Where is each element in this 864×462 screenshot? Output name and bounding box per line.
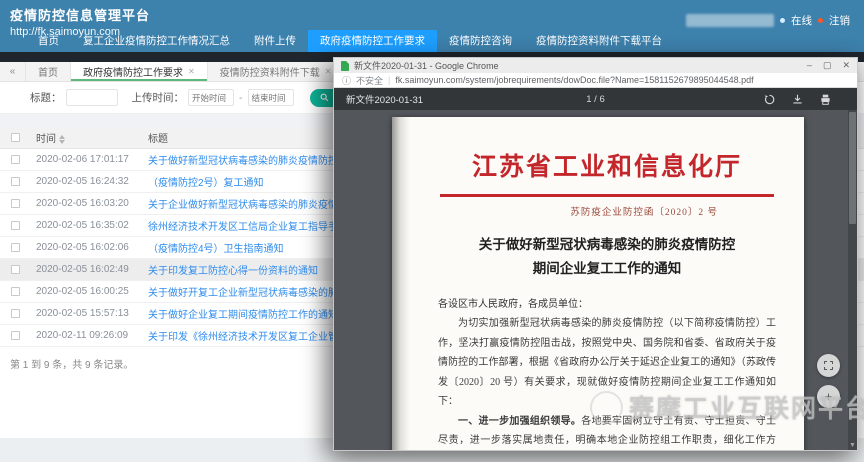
close-button[interactable]: ✕ — [842, 60, 850, 71]
nav-item-home[interactable]: 首页 — [26, 30, 71, 52]
pdf-popup-window: 新文件2020-01-31 - Google Chrome – ▢ ✕ ⓘ 不安… — [333, 57, 858, 451]
pdf-toolbar: 1 / 6 新文件2020-01-31 — [334, 88, 857, 110]
pdf-zoom-controls: + — [817, 354, 840, 408]
scrollbar-thumb[interactable] — [849, 112, 856, 224]
header-user-area: 在线 注销 — [686, 13, 850, 28]
fit-page-button[interactable] — [817, 354, 840, 377]
fit-page-icon — [824, 361, 833, 370]
rotate-icon[interactable] — [764, 94, 775, 105]
row-checkbox[interactable] — [11, 265, 20, 274]
upload-time-label: 上传时间： — [132, 90, 185, 105]
document-paragraph-2: 一、进一步加强组织领导。各地要牢固树立守土有责、守土担责、守土尽责，进一步落实属… — [438, 412, 776, 450]
search-icon — [320, 93, 329, 102]
pdf-scrollbar[interactable]: ▼ — [848, 110, 857, 450]
pdf-viewer[interactable]: 江苏省工业和信息化厅 苏防疫企业防控函〔2020〕2 号 关于做好新型冠状病毒感… — [334, 110, 857, 450]
tab-label: 首页 — [38, 64, 58, 79]
start-time-input[interactable] — [188, 89, 234, 106]
collapse-sidebar-icon[interactable]: « — [0, 62, 26, 81]
nav-item-consult[interactable]: 疫情防控咨询 — [437, 30, 524, 52]
username-blurred — [686, 14, 774, 27]
row-time: 2020-02-05 16:02:06 — [30, 237, 142, 259]
download-icon[interactable] — [792, 94, 803, 105]
title-filter-label: 标题： — [30, 90, 62, 105]
row-time: 2020-02-06 17:01:17 — [30, 149, 142, 171]
main-nav: 首页 复工企业疫情防控工作情况汇总 附件上传 政府疫情防控工作要求 疫情防控咨询… — [26, 30, 674, 52]
document-link[interactable]: （疫情防控2号）复工通知 — [148, 178, 264, 189]
tab-label: 疫情防控资料附件下载 — [220, 64, 320, 79]
security-label: 不安全 — [356, 74, 383, 87]
document-title: 关于做好新型冠状病毒感染的肺炎疫情防控 期间企业复工工作的通知 — [438, 233, 776, 280]
tab-home[interactable]: 首页 — [26, 62, 71, 81]
title-filter-input[interactable] — [66, 89, 118, 106]
online-status-label: 在线 — [791, 13, 812, 28]
tab-label: 政府疫情防控工作要求 — [83, 64, 183, 79]
document-number: 苏防疫企业防控函〔2020〕2 号 — [438, 204, 776, 218]
pdf-doc-name: 新文件2020-01-31 — [346, 92, 423, 106]
address-divider: | — [388, 75, 390, 85]
app-header: 疫情防控信息管理平台 http://fk.saimoyun.com 在线 注销 … — [0, 0, 864, 52]
red-divider-line — [440, 194, 774, 197]
nav-item-gov-requirements[interactable]: 政府疫情防控工作要求 — [308, 30, 437, 52]
document-salutation: 各设区市人民政府，各成员单位： — [438, 295, 776, 314]
online-status-icon — [780, 18, 785, 23]
maximize-button[interactable]: ▢ — [823, 60, 832, 71]
page-url: fk.saimoyun.com/system/jobrequirements/d… — [395, 75, 753, 85]
official-document: 江苏省工业和信息化厅 苏防疫企业防控函〔2020〕2 号 关于做好新型冠状病毒感… — [392, 117, 804, 450]
tab-close-icon[interactable]: ✕ — [325, 67, 332, 76]
document-file-icon — [341, 61, 349, 71]
zoom-in-button[interactable]: + — [817, 385, 840, 408]
nav-item-download-platform[interactable]: 疫情防控资料附件下载平台 — [524, 30, 674, 52]
pdf-toolbar-icons — [764, 94, 831, 105]
document-link[interactable]: 徐州经济技术开发区工信局企业复工指导手册 — [148, 222, 348, 233]
row-time: 2020-02-05 16:03:20 — [30, 193, 142, 215]
row-checkbox[interactable] — [11, 177, 20, 186]
row-time: 2020-02-05 16:24:32 — [30, 171, 142, 193]
sort-icon[interactable] — [59, 135, 65, 144]
address-bar[interactable]: ⓘ 不安全 | fk.saimoyun.com/system/jobrequir… — [334, 73, 857, 88]
row-checkbox[interactable] — [11, 309, 20, 318]
print-icon[interactable] — [820, 94, 831, 105]
date-range-separator: - — [239, 92, 243, 104]
logout-button[interactable]: 注销 — [829, 13, 850, 28]
select-all-checkbox[interactable] — [11, 133, 20, 142]
row-time: 2020-02-05 16:02:49 — [30, 259, 142, 281]
document-link[interactable]: 关于印发复工防控心得一份资料的通知 — [148, 266, 318, 277]
minimize-button[interactable]: – — [807, 60, 812, 71]
row-checkbox[interactable] — [11, 331, 20, 340]
pdf-page: 江苏省工业和信息化厅 苏防疫企业防控函〔2020〕2 号 关于做好新型冠状病毒感… — [392, 117, 804, 450]
column-header-time[interactable]: 时间 — [30, 127, 142, 149]
document-agency-header: 江苏省工业和信息化厅 — [438, 147, 776, 183]
nav-item-upload[interactable]: 附件上传 — [242, 30, 308, 52]
nav-item-report-summary[interactable]: 复工企业疫情防控工作情况汇总 — [71, 30, 242, 52]
row-checkbox[interactable] — [11, 155, 20, 164]
app-page: 疫情防控信息管理平台 http://fk.saimoyun.com 在线 注销 … — [0, 0, 864, 462]
platform-title: 疫情防控信息管理平台 — [10, 5, 150, 24]
window-title: 新文件2020-01-31 - Google Chrome — [354, 59, 499, 72]
row-time: 2020-02-05 15:57:13 — [30, 303, 142, 325]
logout-icon — [818, 18, 823, 23]
row-checkbox[interactable] — [11, 221, 20, 230]
row-checkbox[interactable] — [11, 287, 20, 296]
window-controls: – ▢ ✕ — [807, 60, 850, 71]
row-checkbox[interactable] — [11, 199, 20, 208]
document-paragraph-1: 为切实加强新型冠状病毒感染的肺炎疫情防控（以下简称疫情防控）工作，坚决打赢疫情防… — [438, 314, 776, 412]
tab-gov-requirements[interactable]: 政府疫情防控工作要求 ✕ — [71, 62, 208, 81]
info-icon[interactable]: ⓘ — [342, 74, 351, 87]
window-titlebar[interactable]: 新文件2020-01-31 - Google Chrome – ▢ ✕ — [334, 58, 857, 73]
tab-download[interactable]: 疫情防控资料附件下载 ✕ — [208, 62, 345, 81]
row-time: 2020-02-11 09:26:09 — [30, 325, 142, 347]
row-checkbox[interactable] — [11, 243, 20, 252]
row-time: 2020-02-05 16:35:02 — [30, 215, 142, 237]
paragraph-lead: 一、进一步加强组织领导。 — [458, 416, 581, 427]
document-link[interactable]: （疫情防控4号）卫生指南通知 — [148, 244, 284, 255]
tab-close-icon[interactable]: ✕ — [188, 67, 195, 76]
document-link[interactable]: 关于做好企业复工期间疫情防控工作的通知 — [148, 310, 338, 321]
row-time: 2020-02-05 16:00:25 — [30, 281, 142, 303]
scroll-down-icon[interactable]: ▼ — [848, 442, 857, 449]
end-time-input[interactable] — [248, 89, 294, 106]
